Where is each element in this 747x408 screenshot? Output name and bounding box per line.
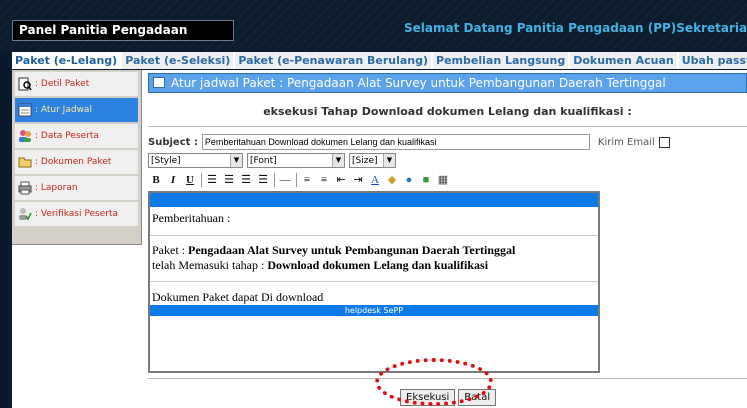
font-select[interactable]: [Font] ▼ bbox=[247, 153, 345, 168]
bold-icon[interactable]: B bbox=[148, 172, 164, 188]
editor-line-paket: Paket : Pengadaan Alat Survey untuk Pemb… bbox=[150, 243, 598, 258]
header-banner: Panel Panitia Pengadaan Selamat Datang P… bbox=[0, 0, 747, 52]
kirim-email-checkbox[interactable] bbox=[658, 136, 670, 148]
sidebar-item-verifikasi-peserta[interactable]: : Verifikasi Peserta bbox=[15, 202, 138, 226]
content-area: : Detil Paket : Atur Jadwal : Data Peser… bbox=[12, 70, 747, 408]
chevron-down-icon: ▼ bbox=[383, 154, 395, 167]
paket-prefix: Paket : bbox=[152, 243, 188, 257]
outdent-icon[interactable]: ⇤ bbox=[333, 172, 349, 188]
numbered-list-icon[interactable]: ≡ bbox=[299, 172, 315, 188]
format-selects: [Style] ▼ [Font] ▼ [Size] ▼ bbox=[148, 153, 400, 168]
tab-ubah-password[interactable]: Ubah password bbox=[678, 52, 747, 69]
horizontal-rule-icon[interactable]: — bbox=[277, 172, 293, 188]
chevron-down-icon: ▼ bbox=[230, 154, 242, 167]
sidebar-item-label: : Laporan bbox=[35, 183, 78, 193]
sidebar-item-detil-paket[interactable]: : Detil Paket bbox=[15, 72, 138, 96]
tab-bar: Paket (e-Lelang) Paket (e-Seleksi) Paket… bbox=[12, 52, 747, 69]
align-justify-icon[interactable]: ☰ bbox=[255, 172, 271, 188]
printer-icon bbox=[18, 181, 32, 195]
tab-paket-e-seleksi[interactable]: Paket (e-Seleksi) bbox=[122, 52, 236, 69]
editor-line-download: Dokumen Paket dapat Di download bbox=[152, 290, 324, 304]
italic-icon[interactable]: I bbox=[165, 172, 181, 188]
highlight-icon[interactable]: ◆ bbox=[384, 172, 400, 188]
users-icon bbox=[18, 129, 32, 143]
align-center-icon[interactable]: ☰ bbox=[221, 172, 237, 188]
tab-pembelian-langsung[interactable]: Pembelian Langsung bbox=[433, 52, 571, 69]
style-select[interactable]: [Style] ▼ bbox=[148, 153, 243, 168]
style-select-value: [Style] bbox=[151, 155, 181, 166]
chevron-down-icon: ▼ bbox=[332, 154, 344, 167]
folder-icon bbox=[18, 155, 32, 169]
editor-divider bbox=[150, 235, 598, 236]
sidebar-item-atur-jadwal[interactable]: : Atur Jadwal bbox=[15, 98, 138, 122]
size-select-value: [Size] bbox=[352, 155, 378, 166]
sidebar-item-label: : Dokumen Paket bbox=[35, 157, 112, 167]
divider bbox=[148, 126, 747, 127]
main-header: Atur jadwal Paket : Pengadaan Alat Surve… bbox=[148, 73, 747, 93]
align-left-icon[interactable]: ☰ bbox=[204, 172, 220, 188]
subject-input[interactable]: Pemberitahuan Download dokumen Lelang da… bbox=[201, 134, 590, 150]
bullet-list-icon[interactable]: ≡ bbox=[316, 172, 332, 188]
table-icon[interactable]: ▦ bbox=[435, 172, 451, 188]
sidebar-item-label: : Verifikasi Peserta bbox=[35, 209, 118, 219]
tab-dokumen-acuan[interactable]: Dokumen Acuan bbox=[570, 52, 679, 69]
tab-paket-e-lelang[interactable]: Paket (e-Lelang) bbox=[12, 52, 123, 69]
paket-name: Pengadaan Alat Survey untuk Pembangunan … bbox=[188, 243, 516, 257]
schedule-window-icon bbox=[18, 103, 32, 117]
message-editor[interactable]: Pemberitahuan : Paket : Pengadaan Alat S… bbox=[148, 191, 600, 373]
annotation-circle bbox=[375, 358, 493, 406]
font-select-value: [Font] bbox=[250, 155, 277, 166]
helpdesk-bar: helpdesk SePP bbox=[150, 305, 598, 316]
window-icon bbox=[153, 77, 165, 88]
sidebar-item-dokumen-paket[interactable]: : Dokumen Paket bbox=[15, 150, 138, 174]
toolbar-separator bbox=[201, 173, 202, 187]
editor-line-pemberitahuan: Pemberitahuan : bbox=[152, 211, 231, 225]
user-check-icon bbox=[18, 207, 32, 221]
main-header-title: Atur jadwal Paket : Pengadaan Alat Surve… bbox=[171, 76, 666, 90]
sidebar-item-laporan[interactable]: : Laporan bbox=[15, 176, 138, 200]
magnifier-doc-icon bbox=[18, 77, 32, 91]
editor-top-bar bbox=[150, 193, 598, 207]
size-select[interactable]: [Size] ▼ bbox=[349, 153, 396, 168]
page: Panel Panitia Pengadaan Selamat Datang P… bbox=[0, 0, 747, 408]
toolbar-separator bbox=[296, 173, 297, 187]
sidebar-item-data-peserta[interactable]: : Data Peserta bbox=[15, 124, 138, 148]
sidebar-item-label: : Atur Jadwal bbox=[35, 105, 92, 115]
align-right-icon[interactable]: ☰ bbox=[238, 172, 254, 188]
toolbar-separator bbox=[274, 173, 275, 187]
sidebar: : Detil Paket : Atur Jadwal : Data Peser… bbox=[12, 70, 142, 245]
editor-toolbar: B I U ☰ ☰ ☰ ☰ — ≡ ≡ ⇤ ⇥ A ◆ ● ■ ▦ bbox=[148, 171, 452, 189]
text-color-icon[interactable]: A bbox=[367, 172, 383, 188]
kirim-email-label: Kirim Email bbox=[597, 136, 655, 148]
editor-line-tahap: telah Memasuki tahap : Download dokumen … bbox=[150, 258, 598, 273]
subject-label: Subject : bbox=[148, 136, 198, 148]
tab-paket-e-penawaran-berulang[interactable]: Paket (e-Penawaran Berulang) bbox=[235, 52, 434, 69]
editor-divider bbox=[150, 281, 598, 282]
welcome-text: Selamat Datang Panitia Pengadaan (PP)Sek… bbox=[404, 21, 747, 35]
sidebar-item-label: : Data Peserta bbox=[35, 131, 99, 141]
sub-title: eksekusi Tahap Download dokumen Lelang d… bbox=[263, 105, 632, 118]
tahap-name: Download dokumen Lelang dan kualifikasi bbox=[267, 258, 489, 272]
subject-row: Subject : Pemberitahuan Download dokumen… bbox=[148, 133, 670, 151]
link-icon[interactable]: ● bbox=[401, 172, 417, 188]
tahap-prefix: telah Memasuki tahap : bbox=[152, 258, 268, 272]
sidebar-item-label: : Detil Paket bbox=[35, 79, 90, 89]
underline-icon[interactable]: U bbox=[182, 172, 198, 188]
panel-title: Panel Panitia Pengadaan bbox=[12, 20, 234, 41]
indent-icon[interactable]: ⇥ bbox=[350, 172, 366, 188]
image-icon[interactable]: ■ bbox=[418, 172, 434, 188]
